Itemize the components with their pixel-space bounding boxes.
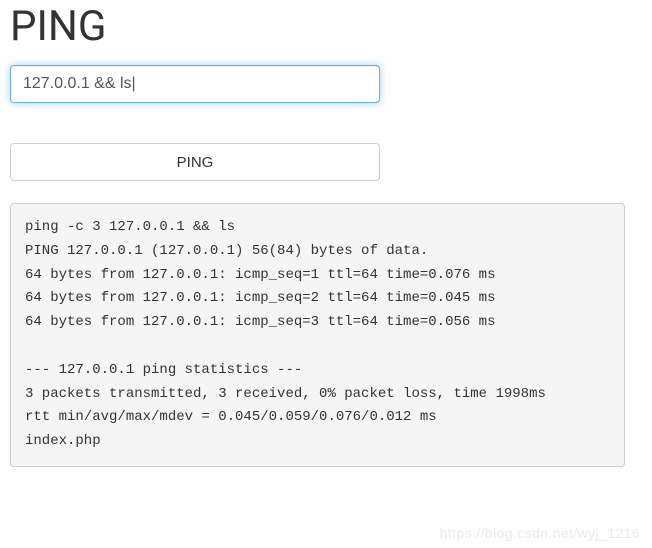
watermark-text: https://blog.csdn.net/wyj_1216 — [440, 525, 640, 541]
command-output: ping -c 3 127.0.0.1 && ls PING 127.0.0.1… — [10, 203, 625, 467]
ip-input[interactable] — [10, 65, 380, 103]
ping-button[interactable]: PING — [10, 143, 380, 181]
page-title: PING — [10, 2, 642, 51]
